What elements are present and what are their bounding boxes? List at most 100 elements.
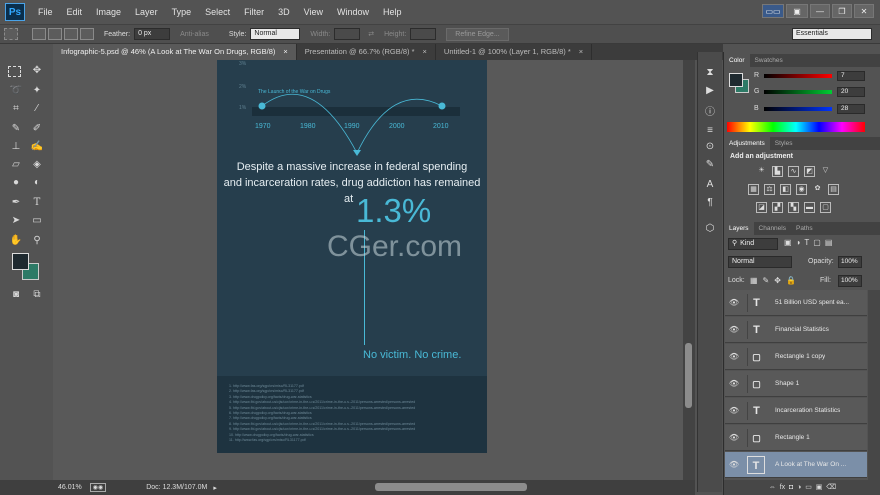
eye-icon[interactable]: 👁 — [725, 352, 743, 361]
posterize-icon[interactable]: ▞ — [772, 202, 783, 213]
clone-stamp-icon[interactable]: ⊥ — [8, 140, 24, 154]
character-icon[interactable]: A — [703, 178, 717, 192]
color-balance-icon[interactable]: ⚖ — [764, 184, 775, 195]
minimize-button[interactable]: — — [810, 4, 830, 18]
exposure-icon[interactable]: ◩ — [804, 166, 815, 177]
layer-row[interactable]: 👁 T Financial Statistics — [725, 317, 867, 343]
fg-color-chip[interactable] — [729, 73, 743, 87]
screen-mode-icon[interactable]: ▣ — [786, 4, 808, 18]
menu-layer[interactable]: Layer — [128, 0, 165, 24]
height-input[interactable] — [410, 28, 437, 40]
tab-paths[interactable]: Paths — [791, 222, 818, 235]
menu-file[interactable]: File — [31, 0, 60, 24]
clone-source-icon[interactable]: ⊙ — [703, 140, 717, 154]
close-tab-icon[interactable]: × — [283, 44, 287, 60]
canvas-area[interactable]: 3% 2% 1% The Launch of the War on Drugs … — [53, 60, 683, 480]
eye-icon[interactable]: 👁 — [725, 298, 743, 307]
dodge-tool-icon[interactable]: ◐ — [29, 176, 45, 190]
feather-input[interactable]: 0 px — [134, 28, 171, 40]
style-select[interactable]: Normal — [250, 28, 301, 40]
width-input[interactable] — [334, 28, 361, 40]
layers-scrollbar[interactable] — [868, 290, 880, 486]
layer-row-selected[interactable]: 👁 T A Look at The War On ... — [725, 452, 867, 478]
hand-tool-icon[interactable]: ✋ — [8, 234, 24, 248]
eraser-icon[interactable]: ▱ — [8, 158, 24, 172]
new-selection-icon[interactable] — [32, 28, 46, 40]
menu-window[interactable]: Window — [330, 0, 376, 24]
menu-edit[interactable]: Edit — [60, 0, 90, 24]
layer-row[interactable]: 👁 ▢ Rectangle 1 — [725, 425, 867, 451]
close-tab-icon[interactable]: × — [579, 44, 583, 60]
type-tool-icon[interactable]: T — [29, 196, 45, 210]
timeline-toggle-icon[interactable]: ◉◉ — [89, 483, 107, 492]
eye-icon[interactable]: 👁 — [725, 433, 743, 442]
menu-type[interactable]: Type — [165, 0, 199, 24]
move-tool-icon[interactable]: ✥ — [29, 64, 45, 78]
arrange-documents-icon[interactable]: ▭▭ — [762, 4, 784, 18]
eye-icon[interactable]: 👁 — [725, 379, 743, 388]
info-icon[interactable]: ⓘ — [703, 106, 717, 120]
blur-tool-icon[interactable]: ● — [8, 176, 24, 190]
threshold-icon[interactable]: ▚ — [788, 202, 799, 213]
layer-row[interactable]: 👁 ▢ Shape 1 — [725, 371, 867, 397]
brightness-icon[interactable]: ☀ — [756, 166, 767, 177]
tab-styles[interactable]: Styles — [770, 137, 798, 150]
magic-wand-icon[interactable]: ✦ — [29, 84, 45, 98]
restore-button[interactable]: ❐ — [832, 4, 852, 18]
menu-3d[interactable]: 3D — [271, 0, 297, 24]
menu-view[interactable]: View — [297, 0, 330, 24]
history-brush-icon[interactable]: ✍ — [29, 140, 45, 154]
opacity-input[interactable]: 100% — [838, 256, 862, 268]
tab-infographic[interactable]: Infographic-5.psd @ 46% (A Look at The W… — [53, 44, 297, 60]
menu-filter[interactable]: Filter — [237, 0, 271, 24]
color-lookup-icon[interactable]: ▤ — [828, 184, 839, 195]
gradient-map-icon[interactable]: ▬ — [804, 202, 815, 213]
tab-channels[interactable]: Channels — [754, 222, 791, 235]
status-arrow-icon[interactable]: ▸ — [213, 484, 217, 492]
green-slider[interactable] — [764, 90, 832, 94]
fill-input[interactable]: 100% — [838, 275, 862, 287]
invert-icon[interactable]: ◪ — [756, 202, 767, 213]
layer-filter-select[interactable]: ⚲ Kind — [728, 238, 778, 250]
selective-color-icon[interactable]: ▢ — [820, 202, 831, 213]
horizontal-scroll-thumb[interactable] — [375, 483, 527, 491]
pen-tool-icon[interactable]: ✒ — [8, 196, 24, 210]
menu-select[interactable]: Select — [198, 0, 237, 24]
properties-icon[interactable]: ≡ — [703, 124, 717, 138]
eyedropper-icon[interactable]: ⁄ — [29, 102, 45, 116]
brush-presets-icon[interactable]: ✎ — [703, 158, 717, 172]
blue-value[interactable]: 28 — [837, 104, 865, 114]
brush-tool-icon[interactable]: ✐ — [29, 122, 45, 136]
vertical-scrollbar[interactable] — [683, 60, 695, 480]
green-value[interactable]: 20 — [837, 87, 865, 97]
eye-icon[interactable]: 👁 — [725, 406, 743, 415]
rectangle-tool-icon[interactable]: ▭ — [29, 214, 45, 228]
tab-untitled[interactable]: Untitled-1 @ 100% (Layer 1, RGB/8) * × — [436, 44, 593, 60]
photo-filter-icon[interactable]: ◉ — [796, 184, 807, 195]
lasso-tool-icon[interactable]: ➰ — [8, 84, 24, 98]
zoom-level[interactable]: 46.01% — [58, 484, 82, 491]
refine-edge-button[interactable]: Refine Edge... — [446, 27, 509, 41]
vertical-scroll-thumb[interactable] — [685, 343, 692, 408]
zoom-tool-icon[interactable]: ⚲ — [29, 234, 45, 248]
path-selection-icon[interactable]: ➤ — [8, 214, 24, 228]
layers-footer-icons[interactable]: ⇔ fx ◘ ◑ ▭ ▣ ⌫ — [724, 480, 880, 495]
3d-icon[interactable]: ⬡ — [703, 222, 717, 236]
menu-image[interactable]: Image — [89, 0, 128, 24]
menu-help[interactable]: Help — [376, 0, 409, 24]
paint-bucket-icon[interactable]: ◈ — [29, 158, 45, 172]
layer-row[interactable]: 👁 T Incarceration Statistics — [725, 398, 867, 424]
vibrance-icon[interactable]: ▽ — [820, 166, 831, 177]
close-tab-icon[interactable]: × — [423, 44, 427, 60]
layer-row[interactable]: 👁 T 51 Billion USD spent ea... — [725, 290, 867, 316]
blend-mode-select[interactable]: Normal — [728, 256, 792, 268]
blue-slider[interactable] — [764, 107, 832, 111]
actions-icon[interactable]: ▶ — [703, 84, 717, 98]
close-button[interactable]: ✕ — [854, 4, 874, 18]
layer-row[interactable]: 👁 ▢ Rectangle 1 copy — [725, 344, 867, 370]
red-value[interactable]: 7 — [837, 71, 865, 81]
workspace-select[interactable]: Essentials — [792, 28, 872, 40]
levels-icon[interactable]: ▙ — [772, 166, 783, 177]
layer-filter-icons[interactable]: ▣◑T▢▤ — [784, 238, 836, 247]
color-spectrum[interactable] — [727, 122, 865, 132]
